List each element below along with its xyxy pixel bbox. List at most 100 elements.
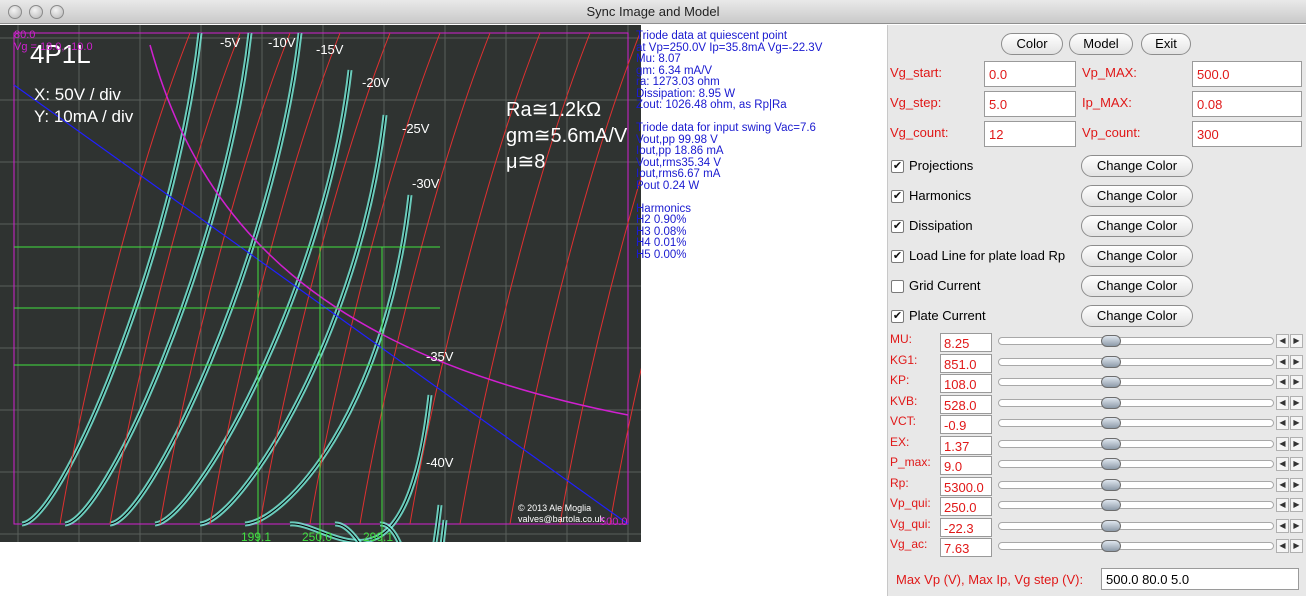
vg-start-field[interactable]: 0.0 xyxy=(984,61,1076,87)
slider-label: VCT: xyxy=(890,414,917,428)
slider-track[interactable] xyxy=(998,417,1274,429)
change-color-button[interactable]: Change Color xyxy=(1081,215,1193,237)
slider-thumb[interactable] xyxy=(1100,478,1121,491)
slider-decrement-icon[interactable]: ◀ xyxy=(1276,416,1289,430)
slider-increment-icon[interactable]: ▶ xyxy=(1290,395,1303,410)
slider-value-field[interactable]: 1.37 xyxy=(940,435,992,455)
change-color-button[interactable]: Change Color xyxy=(1081,155,1193,177)
slider-increment-icon[interactable]: ▶ xyxy=(1290,436,1303,451)
slider-track[interactable] xyxy=(998,355,1274,368)
slider-value-field[interactable]: 528.0 xyxy=(940,394,992,414)
x-scale-label: X: 50V / div xyxy=(34,85,121,104)
slider-decrement-icon[interactable]: ◀ xyxy=(1276,395,1289,410)
curve-label: -20V xyxy=(362,75,390,90)
slider-value-field[interactable]: -22.3 xyxy=(940,517,992,537)
slider-value-field[interactable]: 5300.0 xyxy=(940,476,992,496)
slider-thumb[interactable] xyxy=(1100,417,1121,429)
slider-thumb[interactable] xyxy=(1100,437,1121,450)
slider-thumb[interactable] xyxy=(1100,376,1121,388)
slider-increment-icon[interactable]: ▶ xyxy=(1290,416,1303,430)
slider-decrement-icon[interactable]: ◀ xyxy=(1276,354,1289,369)
slider-value-field[interactable]: 7.63 xyxy=(940,538,992,557)
slider-thumb[interactable] xyxy=(1100,396,1121,409)
slider-track[interactable] xyxy=(998,376,1274,388)
slider-increment-icon[interactable]: ▶ xyxy=(1290,375,1303,389)
ip-max-field[interactable]: 0.08 xyxy=(1192,91,1302,117)
slider-track[interactable] xyxy=(998,396,1274,409)
slider-value-field[interactable]: 851.0 xyxy=(940,353,992,373)
app-window: Sync Image and Model 4P1L X: 50V / div Y… xyxy=(0,0,1306,596)
slider-decrement-icon[interactable]: ◀ xyxy=(1276,498,1289,512)
vg-step-label: Vg_step: xyxy=(890,95,942,110)
slider-decrement-icon[interactable]: ◀ xyxy=(1276,539,1289,553)
slider-increment-icon[interactable]: ▶ xyxy=(1290,477,1303,492)
slider-value-field[interactable]: 250.0 xyxy=(940,497,992,516)
model-button[interactable]: Model xyxy=(1069,33,1133,55)
slider-track[interactable] xyxy=(998,437,1274,450)
slider-thumb[interactable] xyxy=(1100,519,1121,532)
info-line: Iout,rms6.67 mA xyxy=(636,168,721,180)
option-checkbox[interactable]: ✔ xyxy=(891,190,904,203)
option-checkbox[interactable]: ✔ xyxy=(891,160,904,173)
info-line: Mu: 8.07 xyxy=(636,53,681,65)
option-label: Projections xyxy=(909,158,974,173)
option-checkbox[interactable]: ✔ xyxy=(891,250,904,263)
slider-increment-icon[interactable]: ▶ xyxy=(1290,518,1303,533)
slider-thumb[interactable] xyxy=(1100,355,1121,368)
slider-label: MU: xyxy=(890,332,912,346)
slider-track[interactable] xyxy=(998,478,1274,491)
color-button[interactable]: Color xyxy=(1001,33,1063,55)
curve-label: -10V xyxy=(268,35,296,50)
slider-track[interactable] xyxy=(998,540,1274,552)
slider-value-field[interactable]: -0.9 xyxy=(940,415,992,434)
slider-value-field[interactable]: 9.0 xyxy=(940,456,992,475)
slider-decrement-icon[interactable]: ◀ xyxy=(1276,457,1289,471)
slider-track[interactable] xyxy=(998,499,1274,511)
option-label: Grid Current xyxy=(909,278,981,293)
exit-button[interactable]: Exit xyxy=(1141,33,1191,55)
vg-count-field[interactable]: 12 xyxy=(984,121,1076,147)
vp-max-field[interactable]: 500.0 xyxy=(1192,61,1302,87)
model-curve xyxy=(244,194,411,525)
slider-label: Vg_ac: xyxy=(890,537,928,551)
slider-decrement-icon[interactable]: ◀ xyxy=(1276,436,1289,451)
vp-count-field[interactable]: 300 xyxy=(1192,121,1302,147)
slider-increment-icon[interactable]: ▶ xyxy=(1290,498,1303,512)
slider-track[interactable] xyxy=(998,335,1274,347)
info-line: Pout 0.24 W xyxy=(636,179,700,192)
slider-increment-icon[interactable]: ▶ xyxy=(1290,539,1303,553)
slider-label: KVB: xyxy=(890,393,918,408)
slider-decrement-icon[interactable]: ◀ xyxy=(1276,334,1289,348)
change-color-button[interactable]: Change Color xyxy=(1081,185,1193,207)
slider-decrement-icon[interactable]: ◀ xyxy=(1276,518,1289,533)
max-values-field[interactable]: 500.0 80.0 5.0 xyxy=(1101,568,1299,590)
change-color-button[interactable]: Change Color xyxy=(1081,305,1193,327)
slider-value-field[interactable]: 8.25 xyxy=(940,333,992,352)
ip-max-readout: 80.0 xyxy=(14,29,36,41)
vg-step-field[interactable]: 5.0 xyxy=(984,91,1076,117)
option-checkbox[interactable]: ✔ xyxy=(891,310,904,323)
slider-track[interactable] xyxy=(998,519,1274,532)
slider-decrement-icon[interactable]: ◀ xyxy=(1276,375,1289,389)
change-color-button[interactable]: Change Color xyxy=(1081,275,1193,297)
red-model-curve xyxy=(359,32,491,525)
change-color-button[interactable]: Change Color xyxy=(1081,245,1193,267)
window-title: Sync Image and Model xyxy=(586,4,720,19)
slider-thumb[interactable] xyxy=(1100,458,1121,470)
slider-decrement-icon[interactable]: ◀ xyxy=(1276,477,1289,492)
slider-increment-icon[interactable]: ▶ xyxy=(1290,354,1303,369)
slider-increment-icon[interactable]: ▶ xyxy=(1290,457,1303,471)
vg-count-label: Vg_count: xyxy=(890,125,949,140)
info-line: Zout: 1026.48 ohm, as Rp|Ra xyxy=(636,99,787,111)
slider-increment-icon[interactable]: ▶ xyxy=(1290,334,1303,348)
curve-label: -35V xyxy=(426,349,454,364)
slider-value-field[interactable]: 108.0 xyxy=(940,374,992,393)
slider-thumb[interactable] xyxy=(1100,499,1121,511)
slider-track[interactable] xyxy=(998,458,1274,470)
option-checkbox[interactable] xyxy=(891,280,904,293)
x-tick-label: 299.1 xyxy=(363,530,394,542)
slider-label: EX: xyxy=(890,434,910,449)
option-checkbox[interactable]: ✔ xyxy=(891,220,904,233)
slider-thumb[interactable] xyxy=(1100,540,1121,552)
slider-thumb[interactable] xyxy=(1100,335,1121,347)
